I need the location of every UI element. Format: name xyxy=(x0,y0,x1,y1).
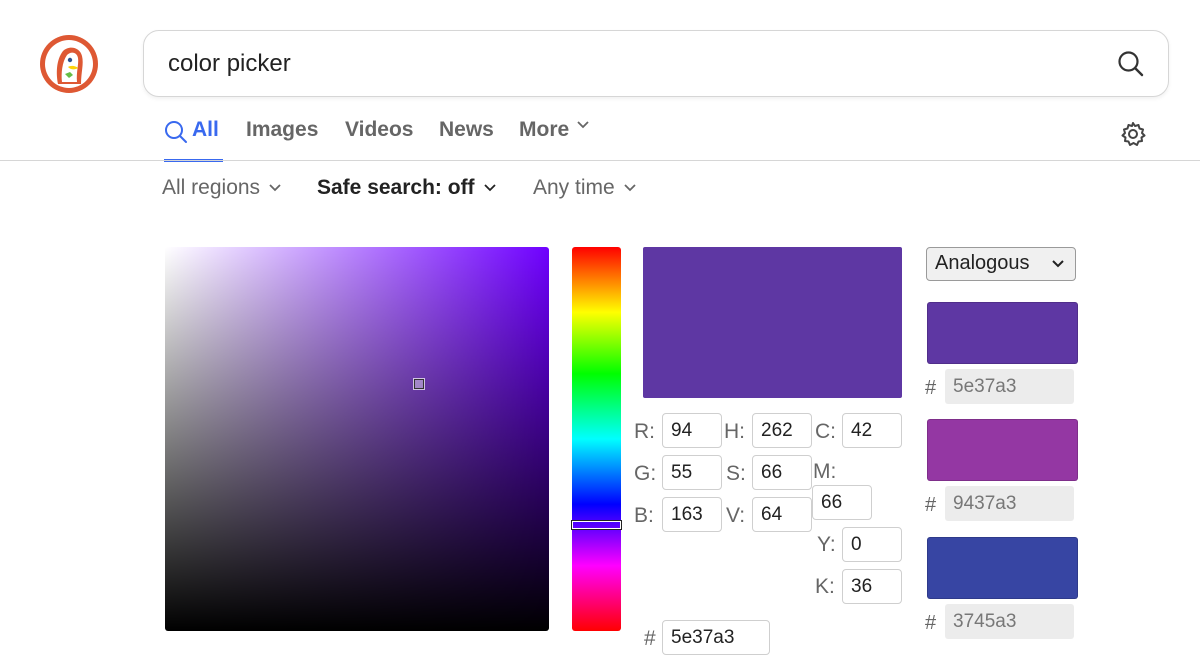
header-divider xyxy=(0,160,1200,161)
search-icon xyxy=(165,121,187,143)
value-input[interactable] xyxy=(752,497,812,532)
swatch-hex-value: 5e37a3 xyxy=(945,369,1074,404)
tab-label: All xyxy=(192,118,219,141)
hex-input[interactable] xyxy=(662,620,770,655)
saturation-input[interactable] xyxy=(752,455,812,490)
sv-handle[interactable] xyxy=(414,379,424,389)
swatch-hex-value: 9437a3 xyxy=(945,486,1074,521)
magenta-label: M: xyxy=(813,460,837,483)
scheme-selected-label: Analogous xyxy=(935,252,1030,274)
hue-label: H: xyxy=(724,420,745,443)
safe-search-filter[interactable]: Safe search: off xyxy=(317,176,497,200)
red-label: R: xyxy=(634,420,655,443)
tab-label: Videos xyxy=(345,118,414,141)
tab-label: News xyxy=(439,118,494,141)
chevron-down-icon xyxy=(1052,260,1064,268)
duckduckgo-logo[interactable] xyxy=(39,34,99,94)
saturation-label: S: xyxy=(726,462,746,485)
green-label: G: xyxy=(634,462,657,485)
swatch-hex-value: 3745a3 xyxy=(945,604,1074,639)
chevron-down-icon xyxy=(577,121,589,129)
key-label: K: xyxy=(815,575,835,598)
region-filter[interactable]: All regions xyxy=(162,176,282,200)
blue-input[interactable] xyxy=(662,497,722,532)
green-input[interactable] xyxy=(662,455,722,490)
search-input[interactable] xyxy=(168,46,1068,82)
magenta-input[interactable] xyxy=(812,485,872,520)
tab-label: More xyxy=(519,118,570,141)
blue-label: B: xyxy=(634,504,654,527)
filter-label: Safe search: off xyxy=(317,176,475,199)
tab-news[interactable]: News xyxy=(439,118,494,162)
swatch-hash-label: # xyxy=(925,494,937,516)
scheme-swatch[interactable] xyxy=(927,419,1078,481)
chevron-down-icon xyxy=(624,184,636,192)
hue-input[interactable] xyxy=(752,413,812,448)
color-scheme-select[interactable]: Analogous xyxy=(926,247,1076,281)
swatch-hash-label: # xyxy=(925,612,937,634)
yellow-label: Y: xyxy=(817,533,836,556)
tab-label: Images xyxy=(246,118,319,141)
cyan-input[interactable] xyxy=(842,413,902,448)
hue-slider-handle[interactable] xyxy=(571,520,622,530)
scheme-swatch[interactable] xyxy=(927,302,1078,364)
filter-label: Any time xyxy=(533,176,615,199)
tab-images[interactable]: Images xyxy=(246,118,318,162)
key-input[interactable] xyxy=(842,569,902,604)
tab-more[interactable]: More xyxy=(519,118,594,162)
color-preview xyxy=(643,247,902,398)
chevron-down-icon xyxy=(483,184,496,192)
cyan-label: C: xyxy=(815,420,836,443)
gear-icon[interactable] xyxy=(1119,120,1147,148)
time-filter[interactable]: Any time xyxy=(533,176,637,200)
search-bar xyxy=(143,30,1169,97)
value-label: V: xyxy=(726,504,746,527)
scheme-swatch[interactable] xyxy=(927,537,1078,599)
yellow-input[interactable] xyxy=(842,527,902,562)
swatch-hash-label: # xyxy=(925,377,937,399)
hue-slider[interactable] xyxy=(571,247,622,631)
filter-label: All regions xyxy=(162,176,261,199)
hex-hash-label: # xyxy=(644,627,656,650)
saturation-value-picker[interactable] xyxy=(165,247,549,631)
tab-videos[interactable]: Videos xyxy=(345,118,413,162)
red-input[interactable] xyxy=(662,413,722,448)
search-icon[interactable] xyxy=(1116,49,1146,79)
tab-all[interactable]: All xyxy=(164,118,223,162)
chevron-down-icon xyxy=(269,184,281,192)
